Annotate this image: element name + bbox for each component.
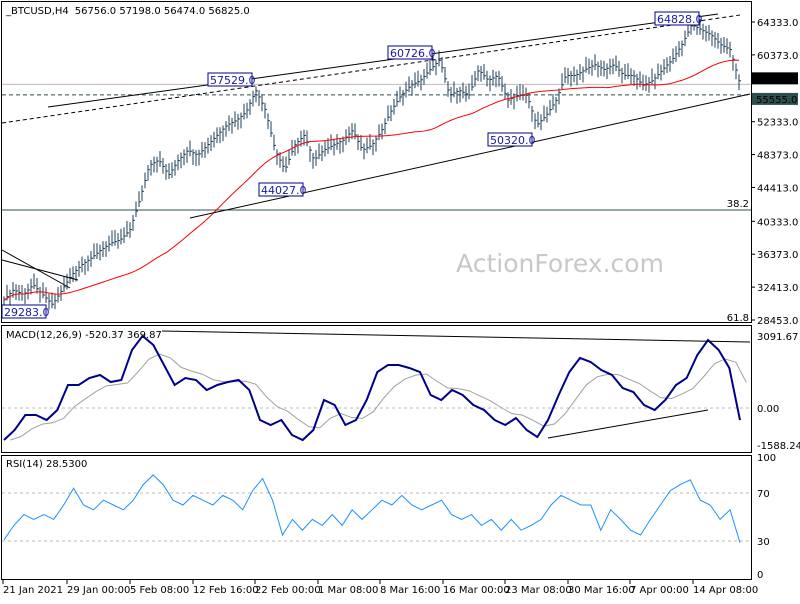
y-tick-label: 60373.0 xyxy=(757,51,798,62)
price-label-text: 60726.0 xyxy=(390,47,436,60)
fib-38-label: 38.2 xyxy=(727,199,749,210)
watermark: ActionForex.com xyxy=(456,249,664,278)
x-tick-label: 14 Apr 08:00 xyxy=(693,585,758,596)
rsi-tick-label: 0 xyxy=(757,570,763,581)
price-tag-text: 56825.0 xyxy=(756,74,797,85)
price-tag-text: 55555.0 xyxy=(756,95,797,106)
price-label: 60726.0 xyxy=(387,45,436,60)
x-tick-label: 16 Mar 00:00 xyxy=(443,585,510,596)
x-tick-label: 30 Mar 16:00 xyxy=(568,585,635,596)
x-tick-label: 29 Jan 00:00 xyxy=(67,585,130,596)
price-label: 50320.0 xyxy=(487,132,536,147)
y-tick-label: 36373.0 xyxy=(757,250,798,261)
macd-tick-label: -1588.24 xyxy=(757,441,800,452)
fib-61-label: 61.8 xyxy=(727,313,749,324)
x-tick-label: 23 Mar 08:00 xyxy=(505,585,572,596)
y-tick-label: 40333.0 xyxy=(757,217,798,228)
price-label: 64828.0 xyxy=(654,11,703,26)
y-tick-label: 64333.0 xyxy=(757,18,798,29)
x-tick-label: 5 Feb 08:00 xyxy=(130,585,189,596)
price-label-text: 50320.0 xyxy=(490,134,536,147)
rsi-tick-label: 30 xyxy=(757,537,770,548)
chart-header: _BTCUSD,H4 56756.0 57198.0 56474.0 56825.… xyxy=(5,6,250,17)
price-label: 44027.0 xyxy=(258,182,307,197)
x-tick-label: 8 Mar 16:00 xyxy=(380,585,440,596)
x-tick-label: 21 Jan 2021 xyxy=(3,585,63,596)
trading-chart[interactable]: ActionForex.com 38.2 61.8 57529.0 60726.0 64… xyxy=(0,0,800,600)
rsi-tick-label: 100 xyxy=(757,453,776,464)
price-label-text: 57529.0 xyxy=(210,74,256,87)
y-tick-label: 32413.0 xyxy=(757,283,798,294)
x-tick-label: 22 Feb 00:00 xyxy=(255,585,321,596)
y-tick-label: 52333.0 xyxy=(757,118,798,129)
price-label: 57529.0 xyxy=(207,72,256,87)
x-tick-label: 12 Feb 16:00 xyxy=(193,585,259,596)
y-tick-label: 28453.0 xyxy=(757,316,798,327)
macd-tick-label: 3091.67 xyxy=(757,332,798,343)
y-tick-label: 44413.0 xyxy=(757,183,798,194)
price-label-text: 44027.0 xyxy=(261,184,307,197)
x-tick-label: 7 Apr 00:00 xyxy=(630,585,689,596)
x-tick-label: 1 Mar 08:00 xyxy=(318,585,378,596)
rsi-title: RSI(14) 28.5300 xyxy=(6,459,87,470)
price-label: 29283.0 xyxy=(1,304,50,319)
price-label-text: 64828.0 xyxy=(657,13,703,26)
macd-title: MACD(12,26,9) -520.37 369.87 xyxy=(6,330,162,341)
price-label-text: 29283.0 xyxy=(4,306,50,319)
macd-panel-frame xyxy=(1,325,752,453)
rsi-tick-label: 70 xyxy=(757,489,770,500)
rsi-panel-frame xyxy=(1,455,752,580)
macd-tick-label: 0.00 xyxy=(757,404,779,415)
y-tick-label: 48373.0 xyxy=(757,151,798,162)
